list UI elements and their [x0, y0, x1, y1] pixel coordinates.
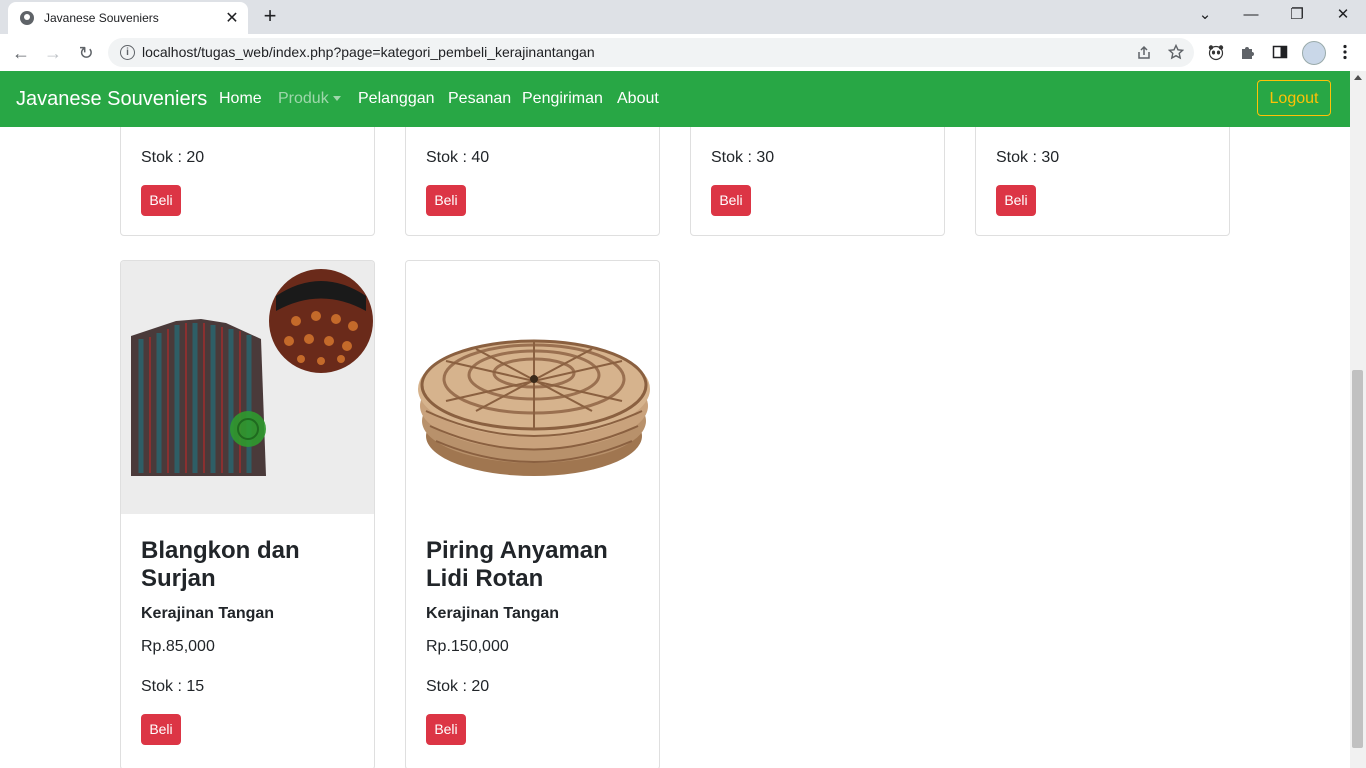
stock-text: Stok : 30 [996, 149, 1060, 166]
side-panel-icon[interactable] [1271, 43, 1289, 61]
forward-icon[interactable]: → [40, 40, 66, 66]
new-tab-button[interactable]: + [258, 4, 282, 28]
brand-link[interactable]: Javanese Souveniers [16, 88, 207, 111]
nav-about[interactable]: About [617, 90, 659, 108]
browser-tab[interactable]: Javanese Souveniers ✕ [8, 2, 248, 34]
product-title: Piring Anyaman Lidi Rotan [426, 537, 608, 592]
caret-down-icon [332, 96, 341, 102]
stock-text: Stok : 15 [141, 678, 205, 695]
nav-pengiriman[interactable]: Pengiriman [522, 90, 603, 108]
share-icon[interactable] [1136, 45, 1152, 61]
nav-home[interactable]: Home [219, 90, 262, 108]
product-image [121, 261, 374, 514]
stock-text: Stok : 40 [426, 149, 490, 166]
scroll-up-arrow-icon[interactable] [1354, 75, 1362, 80]
buy-button[interactable]: Beli [711, 185, 751, 216]
close-window-button[interactable]: ✕ [1320, 0, 1366, 32]
globe-icon [20, 11, 34, 25]
nav-pesanan[interactable]: Pesanan [448, 90, 511, 108]
product-price: Rp.85,000 [141, 638, 215, 655]
buy-button[interactable]: Beli [141, 714, 181, 745]
panda-extension-icon[interactable] [1207, 43, 1225, 61]
url-text[interactable]: localhost/tugas_web/index.php?page=kateg… [142, 44, 595, 60]
site-navbar: Javanese Souveniers Home Produk Pelangga… [0, 71, 1350, 127]
restore-button[interactable]: ❐ [1274, 0, 1320, 32]
site-info-icon[interactable]: i [120, 45, 135, 60]
product-card-piring: Piring Anyaman Lidi Rotan Kerajinan Tang… [405, 260, 660, 768]
woven-plate-illustration [406, 261, 659, 514]
stock-text: Stok : 30 [711, 149, 775, 166]
product-category: Kerajinan Tangan [141, 605, 275, 622]
product-category: Kerajinan Tangan [426, 605, 560, 622]
back-icon[interactable]: ← [8, 40, 34, 66]
product-card-blangkon: Blangkon dan Surjan Kerajinan Tangan Rp.… [120, 260, 375, 768]
product-image [406, 261, 659, 514]
address-bar[interactable]: i localhost/tugas_web/index.php?page=kat… [108, 38, 1194, 67]
reload-icon[interactable]: ↻ [73, 40, 99, 66]
scrollbar-thumb[interactable] [1352, 370, 1363, 748]
product-title: Blangkon dan Surjan [141, 537, 300, 592]
blangkon-surjan-illustration [121, 261, 374, 514]
browser-toolbar: ← → ↻ i localhost/tugas_web/index.php?pa… [0, 34, 1366, 72]
page-viewport: Javanese Souveniers Home Produk Pelangga… [0, 71, 1350, 768]
product-price: Rp.150,000 [426, 638, 509, 655]
minimize-button[interactable]: — [1228, 0, 1274, 32]
logout-button[interactable]: Logout [1257, 80, 1331, 116]
stock-text: Stok : 20 [426, 678, 490, 695]
extensions-puzzle-icon[interactable] [1239, 43, 1257, 61]
buy-button[interactable]: Beli [141, 185, 181, 216]
bookmark-star-icon[interactable] [1168, 44, 1184, 60]
buy-button[interactable]: Beli [996, 185, 1036, 216]
menu-kebab-icon[interactable] [1336, 43, 1354, 61]
nav-produk-label: Produk [278, 90, 329, 107]
close-tab-icon[interactable]: ✕ [222, 8, 242, 28]
browser-tab-strip: Javanese Souveniers ✕ + ⌄ — ❐ ✕ [0, 0, 1366, 34]
nav-produk-dropdown[interactable]: Produk [278, 90, 341, 108]
buy-button[interactable]: Beli [426, 714, 466, 745]
profile-avatar[interactable] [1302, 41, 1326, 65]
tab-search-icon[interactable]: ⌄ [1182, 0, 1228, 32]
buy-button[interactable]: Beli [426, 185, 466, 216]
nav-pelanggan[interactable]: Pelanggan [358, 90, 435, 108]
tab-title: Javanese Souveniers [44, 11, 159, 25]
stock-text: Stok : 20 [141, 149, 205, 166]
